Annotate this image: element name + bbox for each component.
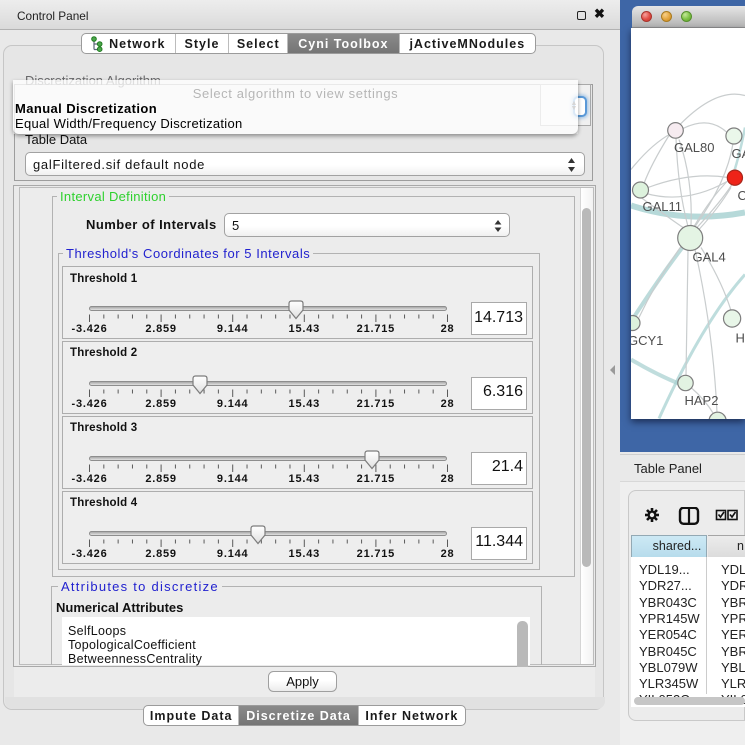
svg-text:GAL11: GAL11 (643, 199, 683, 214)
svg-text:GAL4: GAL4 (693, 250, 726, 265)
svg-text:HAP2: HAP2 (685, 393, 719, 408)
svg-text:GCY1: GCY1 (631, 333, 663, 348)
svg-text:GAL80: GAL80 (674, 140, 714, 155)
svg-text:H: H (736, 331, 745, 346)
svg-text:GA: GA (732, 146, 745, 161)
svg-text:C: C (738, 188, 745, 203)
